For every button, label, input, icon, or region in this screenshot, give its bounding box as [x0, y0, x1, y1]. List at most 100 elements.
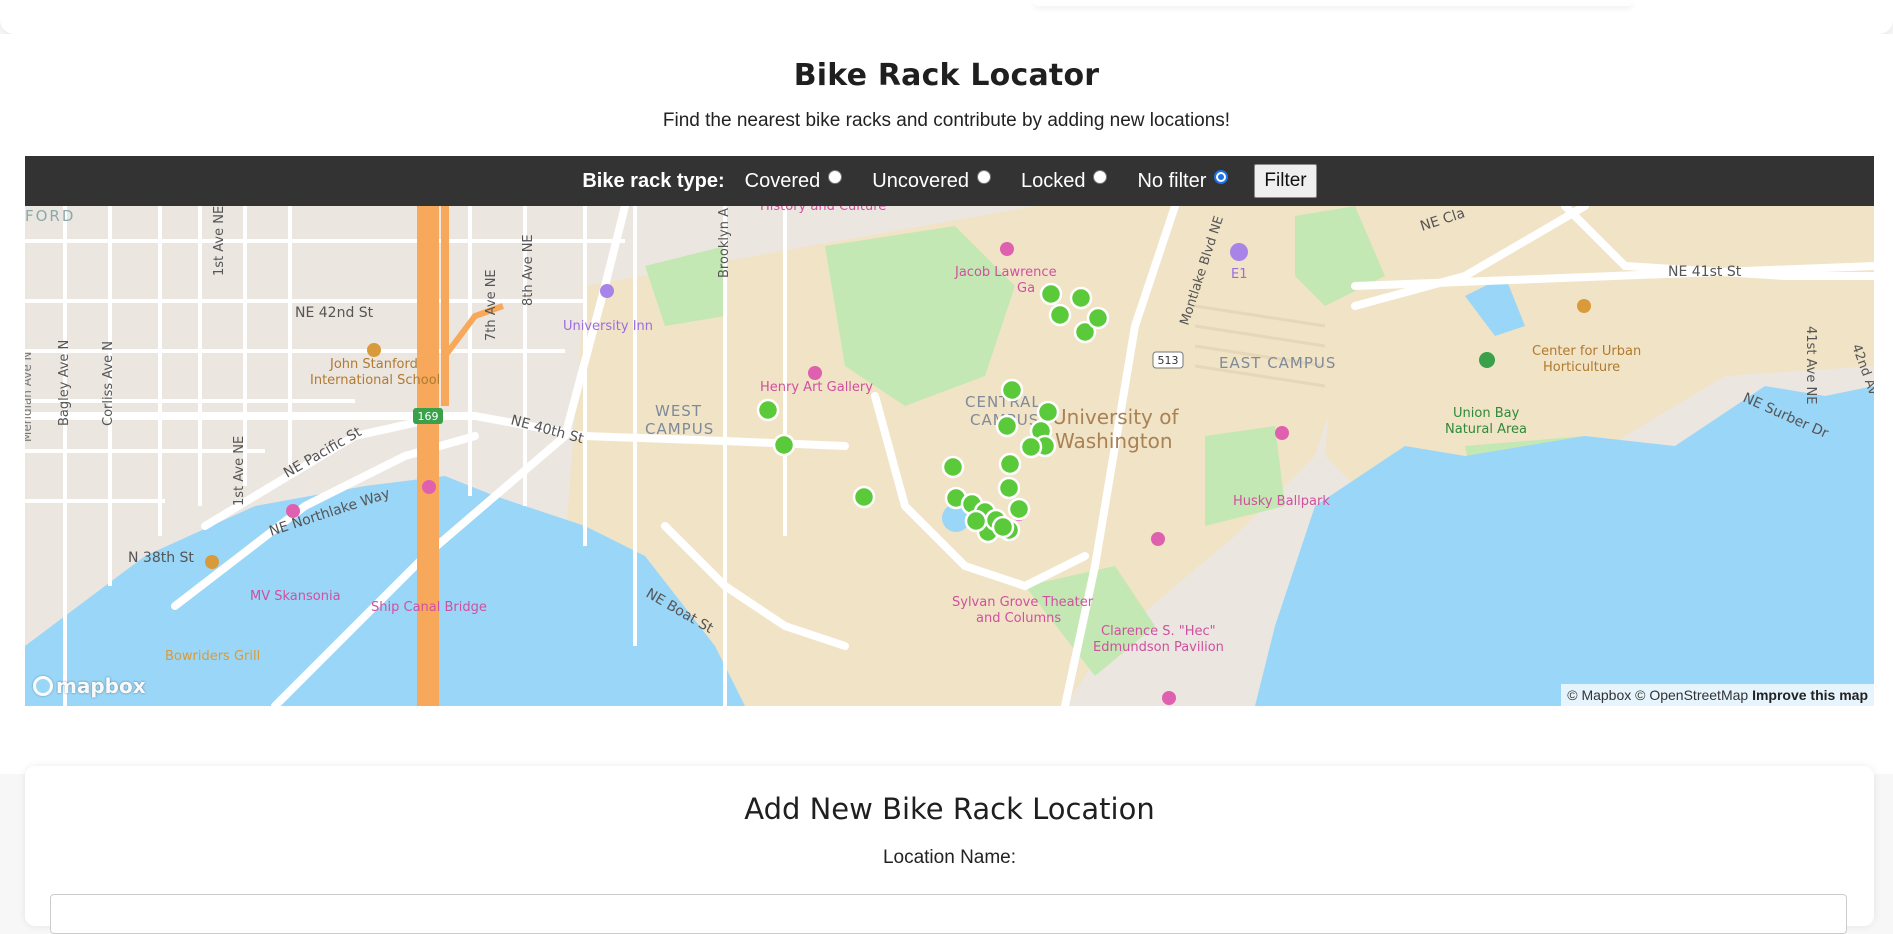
mv-skansonia-label: MV Skansonia	[250, 589, 341, 604]
filter-button[interactable]: Filter	[1254, 164, 1317, 198]
bowriders-label: Bowriders Grill	[165, 649, 260, 664]
locked-radio[interactable]	[1093, 170, 1108, 184]
corliss-label: Corliss Ave N	[101, 341, 116, 426]
location-name-label: Location Name:	[882, 847, 1017, 868]
henry-art-label: Henry Art Gallery	[760, 380, 873, 395]
union-bay-label: Union Bay	[1453, 406, 1520, 421]
filter-option-covered[interactable]: Covered	[745, 170, 857, 193]
ne-pacific-label: NE Pacific St	[281, 424, 365, 482]
union-bay-label-2: Natural Area	[1445, 422, 1527, 437]
park-area	[1205, 426, 1285, 526]
option-label: Locked	[1020, 169, 1086, 192]
bike-rack-marker[interactable]	[1000, 378, 1024, 402]
page-title: Bike Rack Locator	[793, 58, 1100, 93]
ballpark-icon	[1275, 426, 1289, 440]
john-stanford-label: John Stanford	[329, 357, 418, 372]
ne-41st-label: NE 41st St	[1668, 264, 1742, 280]
page-subtitle: Find the nearest bike racks and contribu…	[662, 110, 1231, 131]
i5-highway-edge	[441, 206, 449, 406]
bike-rack-marker[interactable]	[1036, 400, 1060, 424]
map-canvas[interactable]: 513 169 FORD History and Culture Jacob L…	[25, 206, 1874, 706]
uncovered-radio[interactable]	[976, 170, 991, 184]
jacob-lawrence-label: Jacob Lawrence	[954, 265, 1057, 280]
bike-rack-marker[interactable]	[998, 452, 1022, 476]
navbar-shadow	[1033, 0, 1633, 6]
location-name-input[interactable]	[50, 894, 1847, 934]
bike-rack-marker[interactable]	[991, 515, 1015, 539]
parking-icon	[1230, 243, 1248, 261]
add-rack-form: Add New Bike Rack Location Location Name…	[25, 766, 1874, 934]
mapbox-logo[interactable]: mapbox	[33, 674, 146, 698]
uw-label: University of	[1052, 405, 1179, 429]
uw-label-2: Washington	[1055, 429, 1173, 453]
n-38th-label: N 38th St	[128, 550, 194, 566]
e1-label: E1	[1231, 267, 1248, 282]
bike-rack-marker[interactable]	[1039, 282, 1063, 306]
bike-rack-marker[interactable]	[1048, 303, 1072, 327]
ne-42nd-label: NE 42nd St	[295, 305, 374, 321]
no-filter-radio[interactable]	[1214, 170, 1229, 184]
bike-rack-marker[interactable]	[772, 433, 796, 457]
filter-option-no-filter[interactable]: No filter	[1137, 170, 1242, 193]
seventh-ave-label: 7th Ave NE	[484, 269, 499, 341]
filter-label: Bike rack type:	[582, 169, 725, 192]
route-169-shield: 169	[413, 408, 443, 424]
bike-rack-marker[interactable]	[1007, 497, 1031, 521]
university-inn-label: University Inn	[563, 319, 653, 334]
hec-ed-label-2: Edmundson Pavilion	[1093, 640, 1224, 655]
history-label: History and Culture	[760, 206, 886, 214]
museum-icon	[1000, 242, 1014, 256]
first-ave-ne-label: 1st Ave NE	[212, 206, 227, 276]
route-513-label: 513	[1158, 354, 1179, 367]
top-navbar-card	[0, 0, 1893, 34]
map-attribution: © Mapbox © OpenStreetMap Improve this ma…	[1561, 684, 1874, 706]
filter-option-uncovered[interactable]: Uncovered	[872, 170, 1005, 193]
museum-icon	[808, 366, 822, 380]
bike-rack-marker[interactable]	[995, 414, 1019, 438]
route-169-label: 169	[418, 410, 439, 423]
covered-radio[interactable]	[828, 170, 843, 184]
option-label: No filter	[1137, 169, 1207, 192]
bike-rack-marker[interactable]	[1019, 435, 1043, 459]
jacob-lawrence-label-2: Ga	[1017, 281, 1035, 296]
west-campus-label: WEST	[655, 402, 702, 420]
brooklyn-label: Brooklyn A	[717, 208, 732, 278]
cuh-label-2: Horticulture	[1543, 360, 1620, 375]
meridian-label: Meridian Ave N	[25, 351, 34, 442]
i5-highway	[417, 206, 439, 706]
pavilion-icon	[1151, 532, 1165, 546]
map-svg[interactable]: 513 169 FORD History and Culture Jacob L…	[25, 206, 1874, 706]
horticulture-icon	[1577, 299, 1591, 313]
bike-rack-marker[interactable]	[852, 485, 876, 509]
attribution-text[interactable]: © Mapbox © OpenStreetMap	[1567, 687, 1748, 703]
bike-rack-marker[interactable]	[964, 509, 988, 533]
husky-ballpark-label: Husky Ballpark	[1233, 494, 1330, 509]
venue-icon	[1162, 691, 1176, 705]
mapbox-logo-text: mapbox	[56, 674, 146, 698]
bagley-label: Bagley Ave N	[57, 340, 72, 426]
bike-rack-marker[interactable]	[941, 455, 965, 479]
eighth-ave-label: 8th Ave NE	[521, 234, 536, 306]
nature-icon	[1479, 352, 1495, 368]
bike-rack-marker[interactable]	[997, 476, 1021, 500]
bike-rack-marker[interactable]	[1086, 306, 1110, 330]
route-513-shield: 513	[1152, 351, 1184, 369]
option-label: Covered	[744, 169, 821, 192]
filter-option-locked[interactable]: Locked	[1021, 170, 1122, 193]
east-campus-label: EAST CAMPUS	[1219, 354, 1336, 372]
improve-map-link[interactable]: Improve this map	[1752, 687, 1868, 703]
west-campus-label-2: CAMPUS	[645, 420, 714, 438]
bike-rack-marker[interactable]	[756, 398, 780, 422]
bike-rack-marker[interactable]	[1069, 286, 1093, 310]
hec-ed-label: Clarence S. "Hec"	[1101, 624, 1216, 639]
first-ave-ne-label-2: 1st Ave NE	[232, 436, 247, 506]
ford-label: FORD	[25, 207, 75, 225]
restaurant-icon	[205, 555, 219, 569]
sylvan-grove-label: Sylvan Grove Theater	[952, 595, 1094, 610]
ship-canal-label: Ship Canal Bridge	[371, 600, 487, 615]
john-stanford-label-2: International School	[310, 373, 440, 388]
ne-40th-label: NE 40th St	[509, 412, 586, 447]
sylvan-grove-label-2: and Columns	[976, 611, 1061, 626]
bridge-icon	[422, 480, 436, 494]
option-label: Uncovered	[872, 169, 969, 192]
